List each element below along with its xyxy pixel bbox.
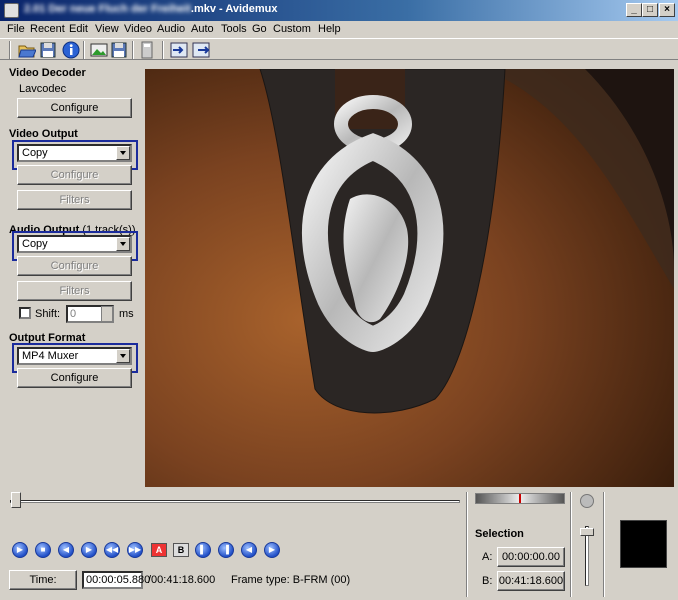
save-disk-icon[interactable] — [39, 41, 57, 59]
audio-output-select[interactable]: Copy — [17, 235, 132, 253]
timeline-slider[interactable] — [10, 500, 460, 503]
toolbar-grip — [9, 41, 11, 59]
output-format-value: MP4 Muxer — [22, 350, 79, 362]
menu-view[interactable]: View — [95, 23, 119, 35]
marker-b-label: B: — [482, 575, 493, 587]
selection-header: Selection — [475, 528, 524, 540]
volume-icon[interactable] — [580, 494, 594, 508]
set-marker-b-button[interactable]: B — [173, 543, 189, 557]
goto-marker-b-button[interactable]: ▐ — [218, 542, 234, 558]
close-button[interactable]: × — [659, 3, 675, 17]
frame-type: Frame type: B-FRM (00) — [231, 574, 351, 586]
set-marker-a-button[interactable]: A — [151, 543, 167, 557]
decoder-configure-button[interactable]: Configure — [17, 98, 132, 118]
timeline-slider-thumb[interactable] — [11, 492, 21, 508]
audio-meter-preview — [620, 520, 667, 568]
video-frame-image — [145, 69, 674, 487]
time-button[interactable]: Time: — [9, 570, 77, 590]
menu-video[interactable]: Video — [124, 23, 152, 35]
marker-a-value[interactable]: 00:00:00.00 — [497, 547, 565, 567]
previous-frame-button[interactable]: ◀ — [58, 542, 74, 558]
toolbar — [0, 38, 678, 60]
menu-audio[interactable]: Audio — [157, 23, 185, 35]
video-preview — [145, 69, 674, 487]
video-output-header: Video Output — [9, 128, 78, 140]
menu-auto[interactable]: Auto — [191, 23, 214, 35]
total-time: /00:41:18.600 — [148, 574, 216, 586]
shift-checkbox[interactable] — [19, 307, 31, 319]
volume-slider-thumb[interactable] — [580, 528, 594, 536]
video-filters-button[interactable]: Filters — [17, 190, 132, 210]
video-configure-button[interactable]: Configure — [17, 165, 132, 185]
goto-marker-a-button[interactable]: ▌ — [195, 542, 211, 558]
input-arrow-icon[interactable] — [170, 41, 188, 59]
chevron-down-icon[interactable] — [116, 349, 130, 363]
minimize-button[interactable]: _ — [626, 3, 642, 17]
info-icon[interactable] — [62, 41, 80, 59]
previous-black-frame-button[interactable]: ◀ — [241, 542, 257, 558]
menu-help[interactable]: Help — [318, 23, 341, 35]
bottom-controls: ▶ ■ ◀ ▶ ◀◀ ▶▶ A B ▌ ▐ ◀ ▶ Time: 00:00:05… — [0, 488, 678, 600]
output-format-select[interactable]: MP4 Muxer — [17, 347, 132, 365]
stop-button[interactable]: ■ — [35, 542, 51, 558]
app-icon[interactable] — [4, 3, 19, 18]
title-filename-blurred: 2.01 Der neue Fluch der Freiheit — [24, 3, 191, 15]
video-output-select[interactable]: Copy — [17, 144, 132, 162]
chevron-down-icon[interactable] — [116, 237, 130, 251]
menu-bar: File Recent Edit View Video Audio Auto T… — [0, 21, 678, 38]
menu-go[interactable]: Go — [252, 23, 267, 35]
panel-divider — [466, 492, 468, 597]
audio-filters-button[interactable]: Filters — [17, 281, 132, 301]
title-bar: 2.01 Der neue Fluch der Freiheit.mkv - A… — [0, 0, 678, 21]
calculator-icon[interactable] — [138, 41, 156, 59]
next-keyframe-button[interactable]: ▶▶ — [127, 542, 143, 558]
menu-edit[interactable]: Edit — [69, 23, 88, 35]
video-decoder-header: Video Decoder — [9, 67, 86, 79]
toolbar-separator — [132, 41, 134, 59]
shift-unit: ms — [119, 308, 134, 320]
audio-output-value: Copy — [22, 238, 48, 250]
open-image-icon[interactable] — [90, 41, 108, 59]
panel-divider — [603, 492, 605, 597]
audio-configure-button[interactable]: Configure — [17, 256, 132, 276]
menu-tools[interactable]: Tools — [221, 23, 247, 35]
menu-file[interactable]: File — [7, 23, 25, 35]
previous-keyframe-button[interactable]: ◀◀ — [104, 542, 120, 558]
next-black-frame-button[interactable]: ▶ — [264, 542, 280, 558]
title-app-name: .mkv - Avidemux — [190, 3, 278, 15]
open-folder-icon[interactable] — [18, 41, 36, 59]
chevron-down-icon[interactable] — [116, 146, 130, 160]
shift-spinner[interactable] — [101, 306, 113, 322]
video-decoder-name: Lavcodec — [19, 83, 67, 95]
panel-divider — [570, 492, 572, 597]
menu-recent[interactable]: Recent — [30, 23, 65, 35]
video-output-value: Copy — [22, 147, 48, 159]
next-frame-button[interactable]: ▶ — [81, 542, 97, 558]
marker-b-value[interactable]: 00:41:18.600 — [497, 571, 565, 591]
jog-shuttle[interactable] — [475, 493, 565, 504]
output-arrow-icon[interactable] — [192, 41, 210, 59]
save-video-icon[interactable] — [110, 41, 128, 59]
toolbar-separator — [83, 41, 85, 59]
settings-panel: Video Decoder Lavcodec Configure Video O… — [0, 62, 140, 487]
format-configure-button[interactable]: Configure — [17, 368, 132, 388]
current-time-field[interactable]: 00:00:05.880 — [82, 571, 150, 589]
menu-custom[interactable]: Custom — [273, 23, 311, 35]
play-button[interactable]: ▶ — [12, 542, 28, 558]
shift-label: Shift: — [35, 308, 61, 320]
marker-a-label: A: — [482, 551, 493, 563]
toolbar-separator — [162, 41, 164, 59]
window-title: 2.01 Der neue Fluch der Freiheit.mkv - A… — [24, 3, 278, 15]
maximize-button[interactable]: □ — [642, 3, 658, 17]
